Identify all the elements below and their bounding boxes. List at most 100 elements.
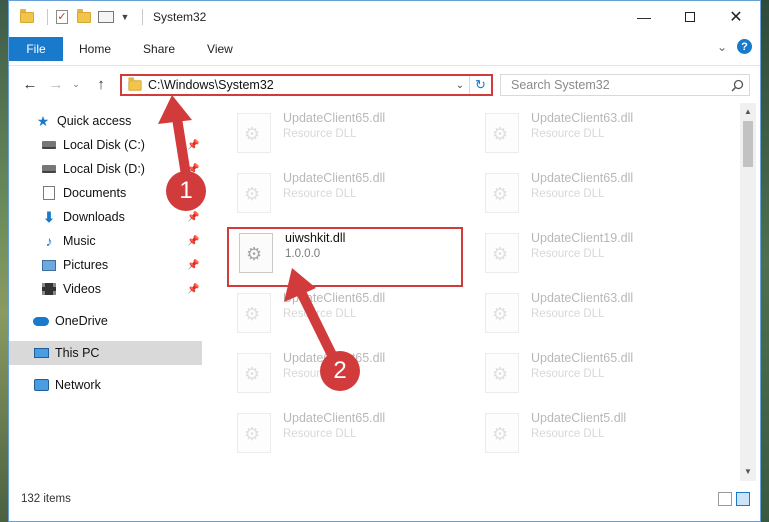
minimize-button[interactable]: — — [621, 1, 667, 33]
file-version: 1.0.0.0 — [285, 248, 321, 260]
file-description: Resource DLL — [283, 428, 357, 440]
address-path[interactable]: C:\Windows\System32 — [148, 78, 451, 92]
properties-check-icon[interactable]: ✓ — [54, 9, 70, 25]
nav-downloads[interactable]: ⬇ Downloads 📌 — [9, 205, 201, 229]
navigation-pane: ★ Quick access Local Disk (C:) 📌 Local D… — [9, 103, 207, 481]
details-view-icon[interactable] — [718, 492, 732, 506]
file-description: Resource DLL — [531, 368, 605, 380]
scroll-down-arrow-icon[interactable]: ▼ — [740, 465, 756, 479]
file-name: UpdateClient63.dll — [531, 111, 634, 125]
file-name: UpdateClient65.dll — [531, 171, 634, 185]
nav-pictures[interactable]: Pictures 📌 — [9, 253, 201, 277]
tab-share[interactable]: Share — [127, 37, 191, 61]
dll-file-icon — [485, 413, 519, 453]
file-tile[interactable]: UpdateClient65.dll Resource DLL — [475, 345, 715, 401]
pin-icon: 📌 — [187, 211, 200, 223]
file-description: Resource DLL — [283, 308, 357, 320]
step-1-badge: 1 — [166, 171, 206, 211]
drive-icon — [41, 137, 57, 153]
nav-local-disk-c[interactable]: Local Disk (C:) 📌 — [9, 133, 201, 157]
dll-file-icon — [237, 413, 271, 453]
drive-icon — [41, 161, 57, 177]
dll-file-icon — [485, 173, 519, 213]
folder-icon — [128, 76, 142, 91]
downloads-icon: ⬇ — [43, 208, 55, 225]
divider — [47, 9, 48, 25]
computer-icon — [33, 345, 49, 361]
dll-file-icon — [485, 293, 519, 333]
quick-access-toolbar: ✓ ▼ — [9, 1, 149, 33]
file-tile-uiwshkit[interactable]: uiwshkit.dll 1.0.0.0 — [227, 227, 463, 287]
status-bar: 132 items — [9, 485, 760, 513]
scroll-thumb[interactable] — [743, 121, 753, 167]
file-description: Resource DLL — [531, 428, 605, 440]
maximize-button[interactable] — [667, 1, 713, 33]
file-tile[interactable]: UpdateClient65.dll Resource DLL — [227, 405, 467, 461]
back-arrow-icon[interactable]: ← — [21, 75, 39, 93]
help-icon[interactable]: ? — [737, 39, 752, 54]
item-count: 132 items — [21, 493, 71, 505]
title-bar: ✓ ▼ System32 — ✕ — [9, 1, 760, 33]
nav-item-label: Network — [55, 378, 101, 392]
nav-item-label: OneDrive — [55, 314, 108, 328]
address-row: ← → ⌄ ↑ C:\Windows\System32 ⌄ ↻ Search S… — [9, 65, 760, 103]
nav-quick-access[interactable]: ★ Quick access — [9, 109, 201, 133]
file-description: Resource DLL — [531, 188, 605, 200]
nav-videos[interactable]: Videos 📌 — [9, 277, 201, 301]
file-name: UpdateClient63.dll — [531, 291, 634, 305]
nav-item-label: Quick access — [57, 114, 132, 128]
tab-file[interactable]: File — [9, 37, 63, 61]
nav-item-label: Videos — [63, 282, 101, 296]
pin-icon: 📌 — [187, 235, 200, 247]
search-input[interactable]: Search System32 — [500, 74, 750, 96]
close-button[interactable]: ✕ — [713, 1, 759, 33]
file-name: UpdateClient65.dll — [283, 291, 386, 305]
forward-arrow-icon[interactable]: → — [47, 75, 65, 93]
file-description: Resource DLL — [531, 128, 605, 140]
tab-view[interactable]: View — [191, 37, 249, 61]
file-name: UpdateClient65.dll — [283, 411, 386, 425]
customize-toolbar-icon[interactable]: ▼ — [120, 9, 130, 25]
large-icons-view-icon[interactable] — [736, 492, 750, 506]
file-tile[interactable]: UpdateClient65.dll Resource DLL — [227, 165, 467, 221]
music-icon: ♪ — [45, 233, 53, 249]
documents-icon — [41, 185, 57, 201]
nav-network[interactable]: Network — [9, 373, 201, 397]
file-tile[interactable]: UpdateClient19.dll Resource DLL — [475, 225, 715, 281]
pin-icon: 📌 — [187, 259, 200, 271]
refresh-icon[interactable]: ↻ — [469, 76, 491, 94]
chevron-down-icon[interactable]: ⌄ — [717, 40, 727, 54]
file-tile[interactable]: UpdateClient65.dll Resource DLL — [227, 105, 467, 161]
step-2-badge: 2 — [320, 351, 360, 391]
file-tile[interactable]: UpdateClient63.dll Resource DLL — [475, 105, 715, 161]
file-tile[interactable]: UpdateClient65.dll Resource DLL — [227, 285, 467, 341]
file-tile[interactable]: UpdateClient5.dll Resource DLL — [475, 405, 715, 461]
properties-icon[interactable] — [98, 9, 114, 25]
dll-file-icon — [485, 113, 519, 153]
file-description: Resource DLL — [283, 128, 357, 140]
folder-icon — [19, 8, 35, 25]
file-list: UpdateClient65.dll Resource DLL UpdateCli… — [207, 103, 740, 481]
nav-item-label: Pictures — [63, 258, 109, 272]
videos-icon — [41, 281, 57, 297]
file-tile[interactable]: UpdateClient65.dll Resource DLL — [475, 165, 715, 221]
nav-this-pc[interactable]: This PC — [9, 341, 202, 365]
tab-home[interactable]: Home — [63, 37, 127, 61]
nav-item-label: This PC — [55, 346, 100, 360]
search-placeholder[interactable]: Search System32 — [501, 78, 725, 92]
pin-icon: 📌 — [187, 283, 200, 295]
vertical-scrollbar[interactable]: ▲ ▼ — [740, 103, 756, 481]
address-bar[interactable]: C:\Windows\System32 ⌄ ↻ — [120, 74, 493, 96]
nav-music[interactable]: ♪ Music 📌 — [9, 229, 201, 253]
search-icon[interactable] — [725, 79, 749, 92]
nav-onedrive[interactable]: OneDrive — [9, 309, 201, 333]
up-arrow-icon[interactable]: ↑ — [92, 75, 110, 93]
new-folder-icon[interactable] — [76, 8, 92, 25]
star-icon: ★ — [36, 112, 50, 129]
recent-locations-chevron-icon[interactable]: ⌄ — [71, 75, 81, 93]
dll-file-icon — [485, 233, 519, 273]
address-dropdown-icon[interactable]: ⌄ — [451, 80, 469, 91]
scroll-up-arrow-icon[interactable]: ▲ — [740, 105, 756, 119]
file-tile[interactable]: UpdateClient63.dll Resource DLL — [475, 285, 715, 341]
dll-file-icon — [237, 353, 271, 393]
